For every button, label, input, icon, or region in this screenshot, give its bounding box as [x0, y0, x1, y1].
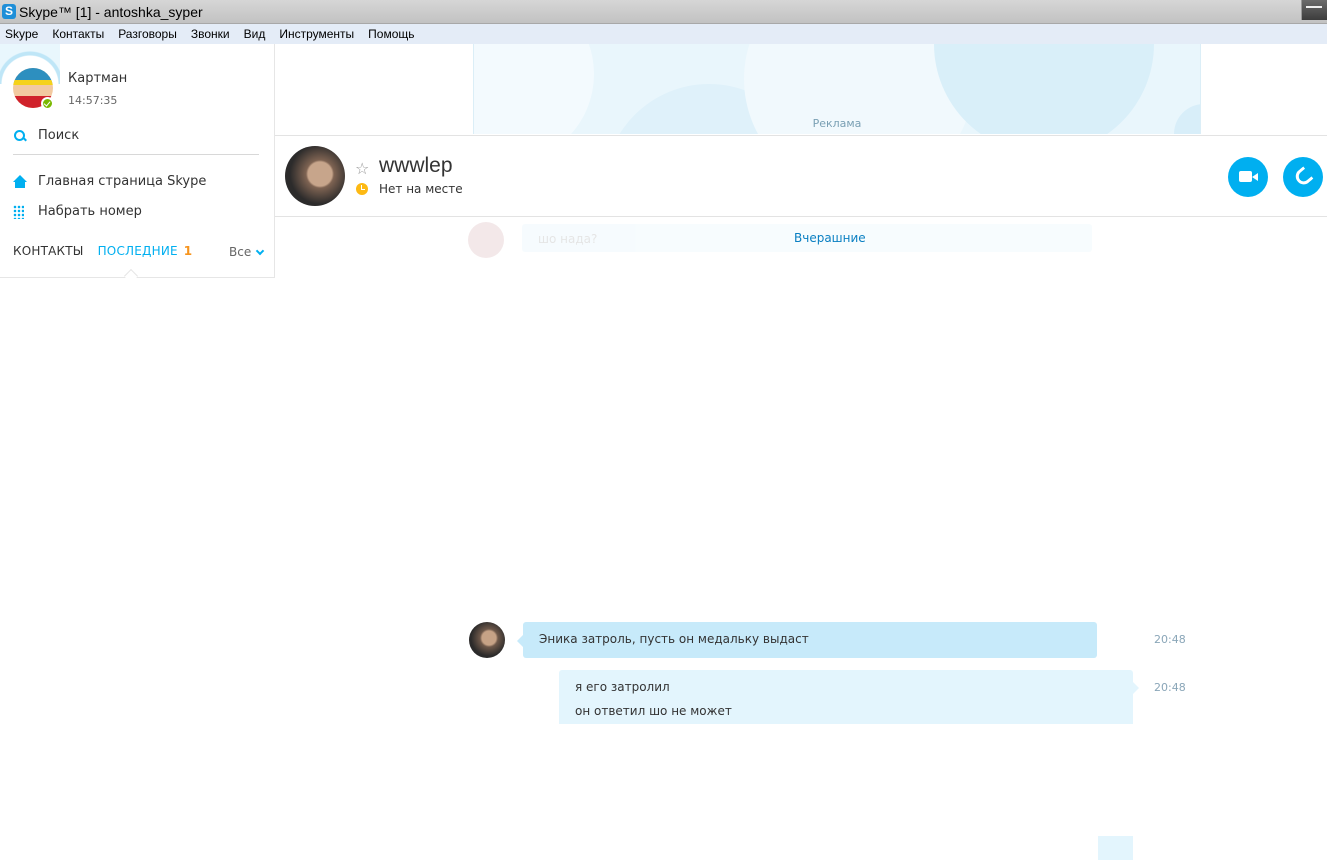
partial-message-bubble	[1098, 836, 1133, 860]
online-status-icon	[41, 97, 54, 110]
star-icon[interactable]: ☆	[355, 159, 369, 178]
call-button[interactable]	[1283, 157, 1323, 197]
faded-avatar	[468, 222, 504, 258]
contact-tabs: КОНТАКТЫ ПОСЛЕДНИЕ 1	[13, 244, 192, 258]
window-title: Skype™ [1] - antoshka_syper	[19, 4, 203, 20]
chat-header: ☆ wwwlep Нет на месте	[275, 135, 1327, 217]
title-bar: S Skype™ [1] - antoshka_syper	[0, 0, 1327, 24]
minimize-button[interactable]	[1301, 0, 1327, 20]
menu-skype[interactable]: Skype	[5, 27, 38, 41]
video-camera-icon	[1239, 171, 1258, 182]
home-icon	[13, 174, 27, 189]
phone-icon	[1292, 166, 1314, 188]
contact-avatar[interactable]	[285, 146, 345, 206]
menu-conversations[interactable]: Разговоры	[118, 27, 177, 41]
skype-icon: S	[2, 4, 16, 19]
contact-name[interactable]: wwwlep	[379, 154, 453, 178]
tab-pointer	[123, 268, 139, 284]
search-icon	[13, 129, 27, 143]
ad-label: Реклама	[812, 117, 862, 130]
profile-time: 14:57:35	[68, 94, 118, 107]
outgoing-message[interactable]: я его затролил он ответил шо не может	[559, 670, 1139, 724]
menu-bar: Skype Контакты Разговоры Звонки Вид Инст…	[0, 24, 1327, 44]
menu-contacts[interactable]: Контакты	[52, 27, 104, 41]
recent-badge: 1	[183, 244, 193, 258]
contact-status: Нет на месте	[379, 182, 463, 196]
filter-label: Все	[229, 245, 252, 259]
search-label: Поиск	[38, 128, 80, 143]
tab-recent[interactable]: ПОСЛЕДНИЕ	[98, 244, 178, 258]
menu-calls[interactable]: Звонки	[191, 27, 230, 41]
dial-label: Набрать номер	[38, 204, 142, 219]
message-time: 20:48	[1154, 681, 1186, 694]
divider	[13, 154, 259, 155]
message-line: он ответил шо не может	[575, 704, 732, 718]
message-time: 20:48	[1154, 633, 1186, 646]
away-status-icon	[356, 183, 368, 195]
faded-text: шо нада?	[538, 232, 598, 246]
tab-contacts[interactable]: КОНТАКТЫ	[13, 244, 84, 258]
search-item[interactable]: Поиск	[13, 128, 79, 143]
avatar-hat	[13, 68, 53, 85]
profile-name[interactable]: Картман	[68, 71, 127, 86]
home-label: Главная страница Skype	[38, 174, 207, 189]
message-line: я его затролил	[575, 680, 670, 694]
message-avatar[interactable]	[469, 622, 505, 658]
chevron-down-icon	[255, 246, 265, 255]
dialpad-icon	[13, 204, 24, 219]
menu-help[interactable]: Помощь	[368, 27, 414, 41]
incoming-message[interactable]: Эника затроль, пусть он медальку выдаст	[517, 622, 1097, 658]
sidebar: Картман 14:57:35 Поиск Главная страница …	[0, 44, 275, 284]
home-item[interactable]: Главная страница Skype	[13, 174, 206, 189]
menu-view[interactable]: Вид	[244, 27, 266, 41]
menu-tools[interactable]: Инструменты	[279, 27, 354, 41]
dial-item[interactable]: Набрать номер	[13, 204, 142, 219]
filter-dropdown[interactable]: Все	[229, 245, 265, 259]
day-separator[interactable]: Вчерашние	[794, 231, 866, 245]
video-call-button[interactable]	[1228, 157, 1268, 197]
message-text: Эника затроль, пусть он медальку выдаст	[539, 632, 809, 646]
ad-banner[interactable]: Реклама	[473, 44, 1201, 134]
